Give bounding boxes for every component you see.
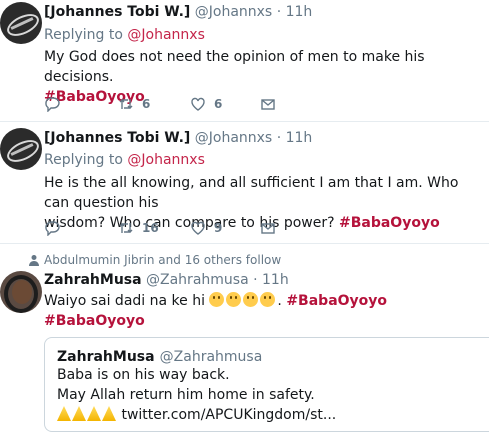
quoted-link[interactable]: twitter.com/APCUKingdom/st... — [121, 407, 336, 423]
avatar[interactable] — [0, 2, 42, 44]
retweet-button[interactable]: 16 — [118, 220, 159, 236]
like-count: 6 — [214, 97, 223, 111]
tweet-3[interactable]: Abdulmumin Jibrin and 16 others follow Z… — [0, 244, 489, 435]
display-name[interactable]: ZahrahMusa — [44, 272, 142, 288]
tweet-text-content: Waiyo sai dadi na ke hi — [44, 293, 205, 309]
tweet-2[interactable]: [Johannes Tobi W.] @Johannxs · 11h Reply… — [0, 122, 489, 240]
username[interactable]: @Johannxs — [195, 130, 272, 146]
hashtag-link[interactable]: #BabaOyoyo — [286, 293, 387, 309]
avatar[interactable] — [0, 271, 42, 313]
timestamp[interactable]: 11h — [262, 272, 289, 288]
like-count: 9 — [214, 221, 223, 235]
reply-button[interactable] — [44, 220, 60, 236]
timestamp[interactable]: 11h — [286, 4, 313, 20]
retweet-button[interactable]: 6 — [118, 96, 150, 112]
replying-prefix: Replying to — [44, 27, 123, 43]
like-button[interactable]: 6 — [190, 96, 222, 112]
hashtag-link[interactable]: #BabaOyoyo — [44, 313, 145, 329]
quoted-username: @Zahrahmusa — [159, 349, 263, 365]
direct-message-icon — [261, 99, 275, 110]
quoted-text-line-3: twitter.com/APCUKingdom/st... — [57, 405, 489, 425]
avatar-face — [12, 280, 32, 304]
retweet-icon — [119, 223, 133, 233]
quoted-tweet[interactable]: ZahrahMusa @Zahrahmusa Baba is on his wa… — [44, 337, 489, 432]
like-icon — [191, 221, 205, 235]
social-context[interactable]: Abdulmumin Jibrin and 16 others follow — [29, 253, 282, 267]
username[interactable]: @Johannxs — [195, 4, 272, 20]
hashtag-link[interactable]: #BabaOyoyo — [339, 215, 440, 231]
username[interactable]: @Zahrahmusa — [146, 272, 249, 288]
grinning-face-emoji — [243, 292, 259, 307]
tweet-header: [Johannes Tobi W.] @Johannxs · 11h — [44, 130, 312, 146]
timestamp[interactable]: 11h — [286, 130, 313, 146]
like-button[interactable]: 9 — [190, 220, 222, 236]
folded-hands-emoji — [72, 406, 86, 421]
direct-message-button[interactable] — [260, 96, 276, 112]
display-name[interactable]: [Johannes Tobi W.] — [44, 4, 190, 20]
direct-message-icon — [261, 223, 275, 234]
mention-link[interactable]: @Johannxs — [127, 27, 204, 43]
folded-hands-emoji — [87, 406, 101, 421]
tweet-text-content: My God does not need the opinion of men … — [44, 49, 425, 85]
quoted-tweet-header: ZahrahMusa @Zahrahmusa — [57, 346, 489, 365]
mention-link[interactable]: @Johannxs — [127, 152, 204, 168]
social-context-text: Abdulmumin Jibrin and 16 others follow — [44, 253, 282, 267]
folded-hands-emoji — [102, 406, 116, 421]
replying-prefix: Replying to — [44, 152, 123, 168]
tweet-header: ZahrahMusa @Zahrahmusa · 11h — [44, 272, 289, 288]
like-icon — [191, 97, 205, 111]
display-name[interactable]: [Johannes Tobi W.] — [44, 130, 190, 146]
tweet-text-line-1: He is the all knowing, and all sufficien… — [44, 175, 459, 211]
grinning-face-emoji — [260, 292, 276, 307]
reply-button[interactable] — [44, 96, 60, 112]
face-savoring-food-emoji — [209, 292, 225, 307]
separator-dot: · — [253, 272, 258, 288]
tweet-actions: 16 9 — [44, 220, 304, 238]
separator-dot: · — [276, 4, 282, 20]
direct-message-button[interactable] — [260, 220, 276, 236]
separator-dot: · — [276, 130, 282, 146]
face-savoring-food-emoji — [226, 292, 242, 307]
folded-hands-emoji — [57, 406, 71, 421]
tweet-1[interactable]: [Johannes Tobi W.] @Johannxs · 11h Reply… — [0, 0, 489, 120]
avatar[interactable] — [0, 128, 42, 170]
reply-icon — [45, 221, 60, 236]
quoted-display-name: ZahrahMusa — [57, 349, 155, 365]
tweet-text: Waiyo sai dadi na ke hi . #BabaOyoyo #Ba… — [44, 292, 388, 329]
tweet-actions: 6 6 — [44, 96, 304, 114]
quoted-text-line-2: May Allah return him home in safety. — [57, 387, 315, 403]
replying-to: Replying to @Johannxs — [44, 27, 205, 43]
follow-context-icon — [29, 255, 39, 266]
reply-icon — [45, 97, 60, 112]
replying-to: Replying to @Johannxs — [44, 152, 205, 168]
retweet-count: 16 — [142, 221, 159, 235]
quoted-text-line-1: Baba is on his way back. — [57, 367, 230, 383]
tweet-header: [Johannes Tobi W.] @Johannxs · 11h — [44, 4, 312, 20]
retweet-count: 6 — [142, 97, 151, 111]
retweet-icon — [119, 99, 133, 109]
